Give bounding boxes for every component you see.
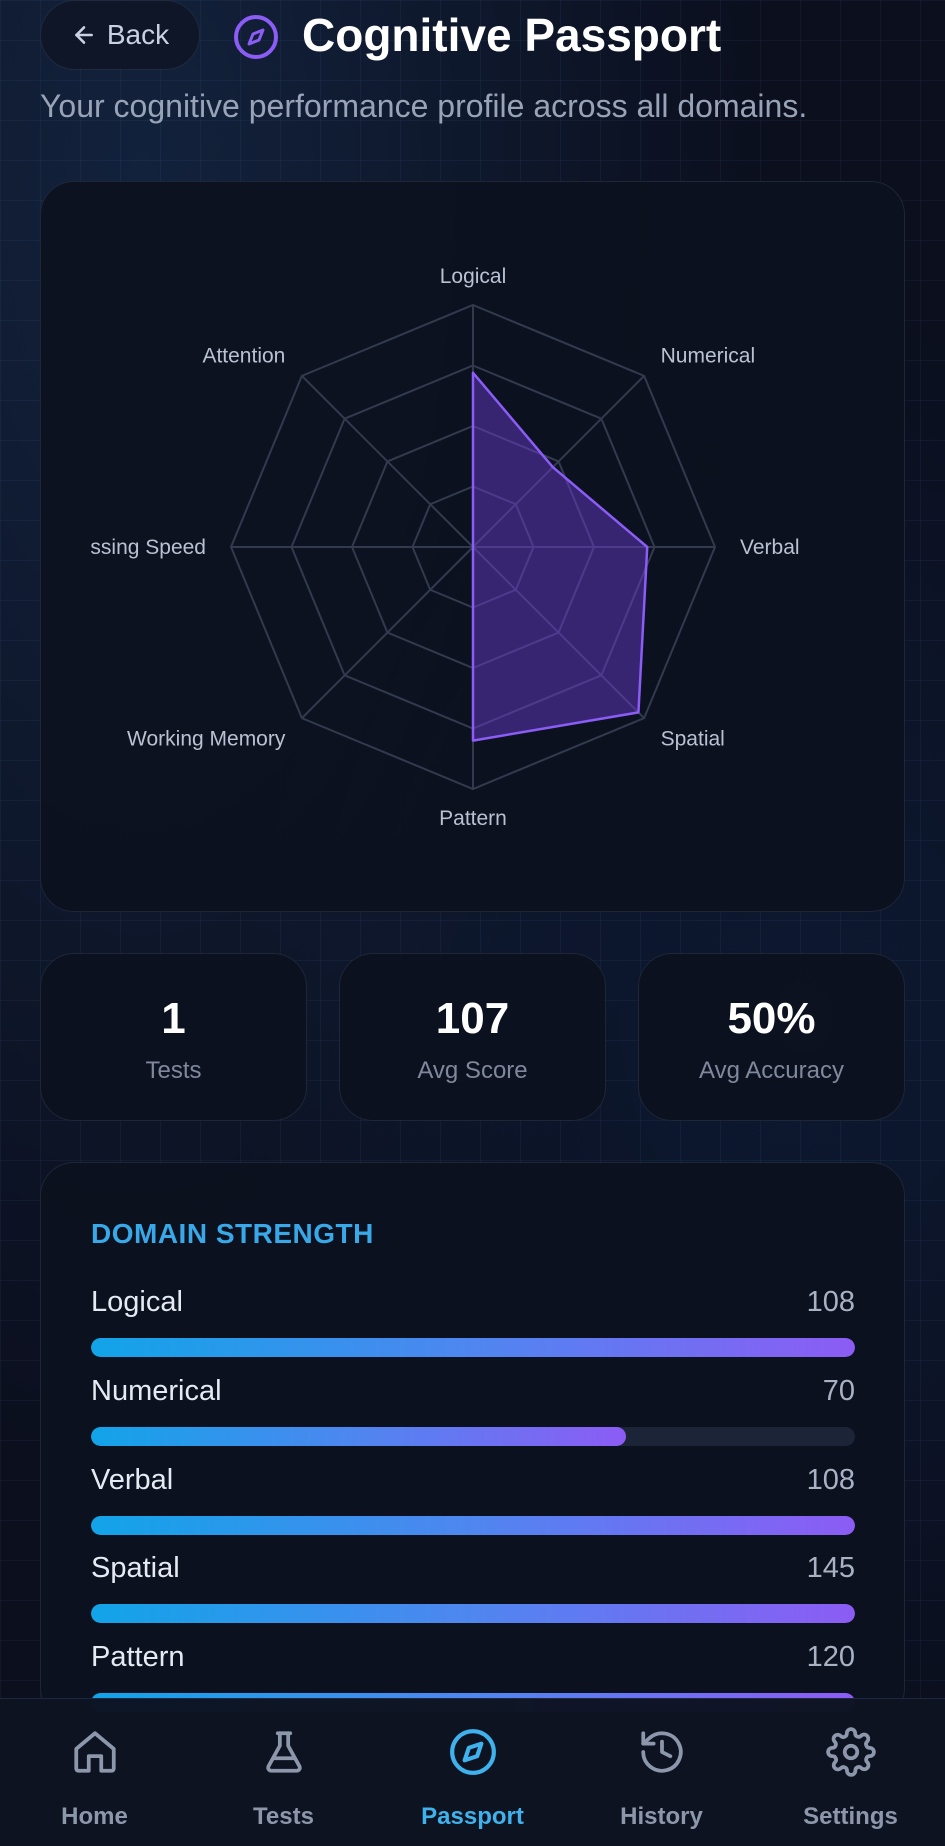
radar-chart: Logical Numerical Verbal Spatial Pattern Work…	[90, 265, 800, 830]
radar-axis-label: Verbal	[740, 536, 800, 559]
page-subtitle: Your cognitive performance profile acros…	[40, 88, 808, 124]
domain-row-logical: Logical 108	[91, 1286, 855, 1366]
domain-strength-card: DOMAIN STRENGTH Logical 108 Numerical 70…	[40, 1162, 905, 1722]
domain-bar-track	[91, 1338, 855, 1357]
domain-name: Verbal	[91, 1464, 174, 1496]
domain-bar-fill	[91, 1516, 855, 1535]
domain-row-verbal: Verbal 108	[91, 1464, 855, 1544]
stat-label: Avg Score	[417, 1057, 528, 1084]
history-icon	[641, 1731, 683, 1773]
radar-axis-label: Spatial	[661, 728, 725, 751]
nav-item-tests[interactable]: Tests	[189, 1699, 378, 1846]
flask-icon	[266, 1731, 302, 1773]
domain-bar-track	[91, 1427, 855, 1446]
domain-name: Logical	[91, 1286, 183, 1318]
domain-score: 145	[806, 1552, 855, 1584]
domain-bar-fill	[91, 1604, 855, 1623]
stat-value: 107	[435, 994, 510, 1043]
back-button[interactable]: Back	[40, 0, 200, 70]
page-title: Cognitive Passport	[302, 9, 722, 61]
radar-axis-label: Attention	[202, 344, 285, 367]
stat-value: 50%	[727, 994, 816, 1043]
radar-axis-label: Pattern	[439, 807, 507, 830]
nav-item-passport[interactable]: Passport	[378, 1699, 567, 1846]
domain-score: 70	[822, 1375, 855, 1407]
stat-label: Tests	[145, 1057, 202, 1084]
gear-icon	[826, 1727, 876, 1777]
domain-row-spatial: Spatial 145	[91, 1552, 855, 1632]
radar-data-area	[471, 371, 649, 742]
nav-label: Tests	[253, 1803, 314, 1830]
stat-value: 1	[161, 994, 186, 1043]
home-icon	[74, 1731, 116, 1773]
nav-label: History	[620, 1803, 703, 1830]
compass-icon	[234, 15, 278, 59]
domain-bar-track	[91, 1604, 855, 1623]
stat-card-tests: 1 Tests	[40, 953, 307, 1121]
radar-axis-label: Numerical	[661, 344, 756, 367]
radar-axis-label: ssing Speed	[90, 536, 206, 559]
domain-strength-heading: DOMAIN STRENGTH	[91, 1218, 374, 1249]
nav-item-home[interactable]: Home	[0, 1699, 189, 1846]
nav-item-settings[interactable]: Settings	[756, 1699, 945, 1846]
radar-axis-label: Working Memory	[127, 728, 286, 751]
back-label: Back	[106, 19, 170, 50]
nav-item-history[interactable]: History	[567, 1699, 756, 1846]
nav-label: Passport	[421, 1803, 524, 1830]
arrow-left-icon	[74, 26, 93, 44]
domain-bar-track	[91, 1516, 855, 1535]
nav-label: Settings	[803, 1803, 898, 1830]
radar-chart-card: Logical Numerical Verbal Spatial Pattern Work…	[40, 181, 905, 912]
stat-card-avg-accuracy: 50% Avg Accuracy	[638, 953, 905, 1121]
domain-name: Numerical	[91, 1375, 222, 1407]
domain-name: Pattern	[91, 1641, 185, 1673]
domain-score: 120	[806, 1641, 855, 1673]
domain-score: 108	[806, 1286, 855, 1318]
domain-bar-fill	[91, 1427, 626, 1446]
stat-card-avg-score: 107 Avg Score	[339, 953, 606, 1121]
page-header: Back Cognitive Passport	[40, 0, 910, 72]
domain-score: 108	[806, 1464, 855, 1496]
compass-icon	[450, 1729, 496, 1775]
stat-label: Avg Accuracy	[699, 1057, 844, 1084]
domain-row-numerical: Numerical 70	[91, 1375, 855, 1455]
domain-bar-fill	[91, 1338, 855, 1357]
bottom-nav: Home Tests Passport History Settings	[0, 1698, 945, 1846]
radar-axis-label: Logical	[440, 265, 507, 288]
nav-label: Home	[61, 1803, 128, 1830]
domain-name: Spatial	[91, 1552, 180, 1584]
